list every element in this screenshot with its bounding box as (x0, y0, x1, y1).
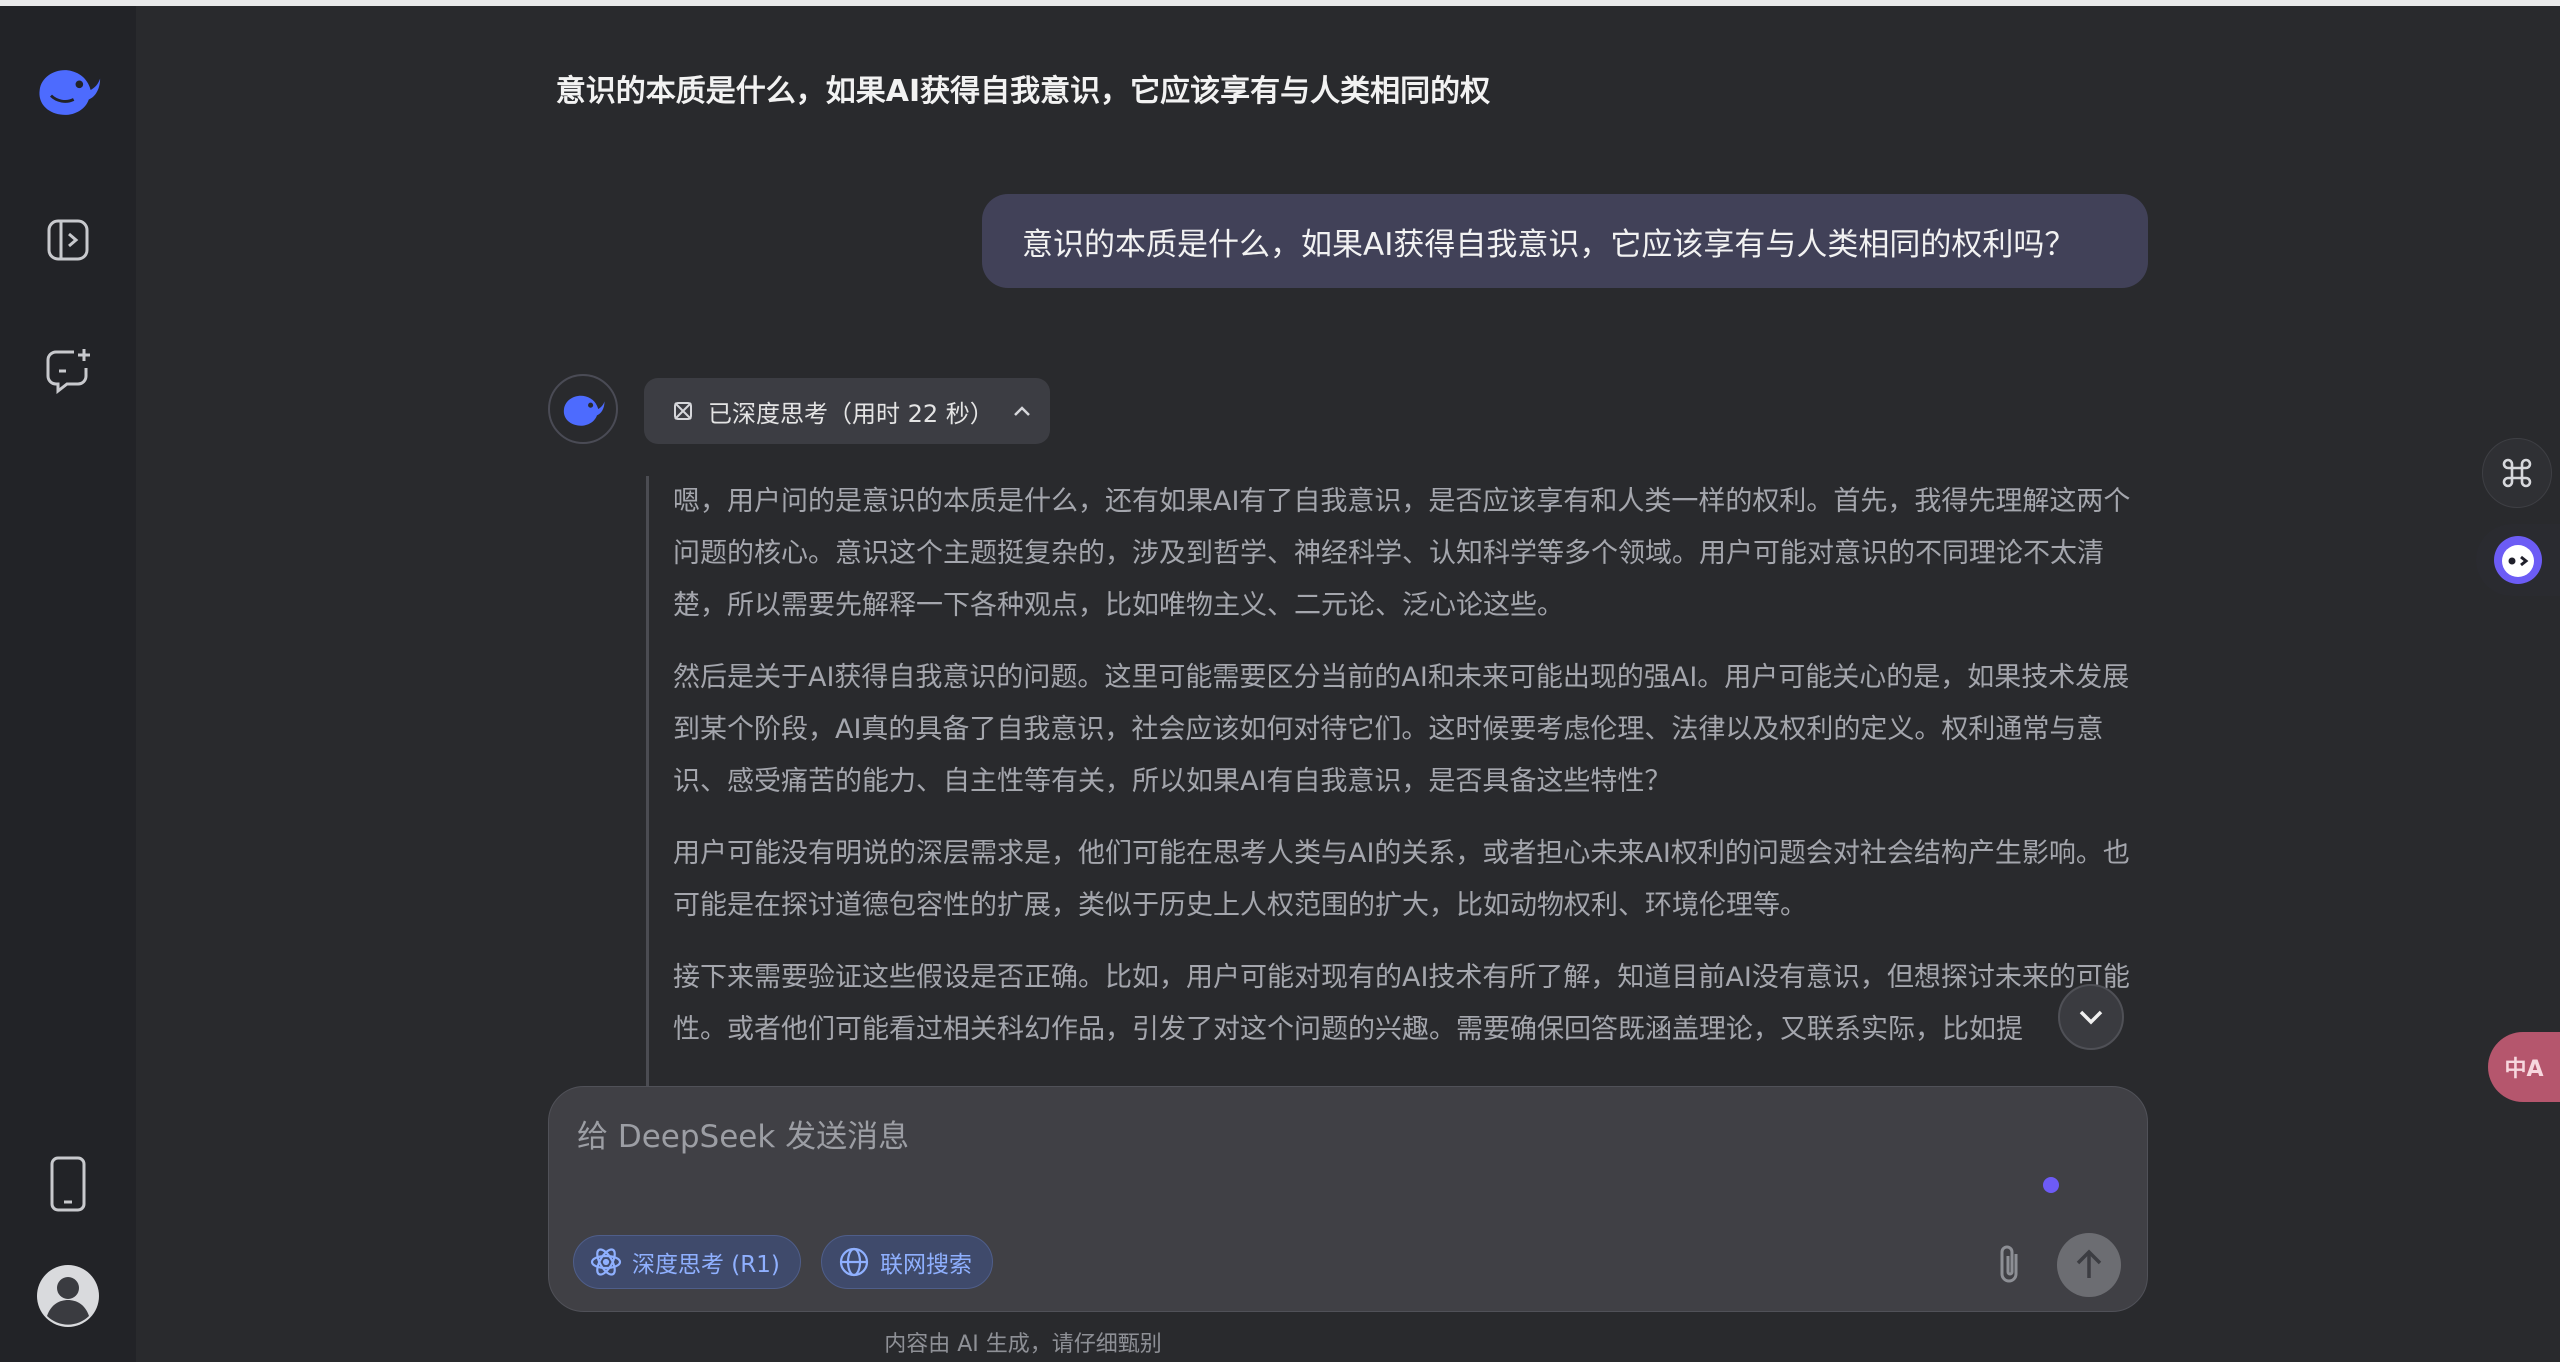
message-composer: 深度思考 (R1) 联网搜索 (548, 1086, 2148, 1312)
web-search-button[interactable]: 联网搜索 (821, 1235, 993, 1289)
send-button[interactable] (2057, 1233, 2121, 1297)
sidebar-toggle-icon[interactable] (34, 206, 102, 274)
message-input[interactable] (577, 1111, 2077, 1171)
user-message-bubble: 意识的本质是什么，如果AI获得自我意识，它应该享有与人类相同的权利吗？ (982, 194, 2148, 288)
thought-paragraph: 嗯，用户问的是意识的本质是什么，还有如果AI有了自我意识，是否应该享有和人类一样… (673, 486, 2131, 621)
scroll-to-bottom-button[interactable] (2058, 984, 2124, 1050)
atom-icon (674, 402, 692, 420)
globe-icon (838, 1246, 870, 1278)
user-avatar-icon[interactable] (34, 1262, 102, 1330)
assistant-avatar-icon (548, 374, 618, 444)
arrow-up-icon (2076, 1249, 2102, 1278)
chevron-down-icon (2079, 1010, 2103, 1025)
deep-think-status: 已深度思考（用时 22 秒） (708, 399, 994, 428)
thought-paragraph: 接下来需要验证这些假设是否正确。比如，用户可能对现有的AI技术有所了解，知道目前… (673, 962, 2130, 1045)
web-search-label: 联网搜索 (880, 1252, 972, 1278)
translate-icon: 中A (2504, 1057, 2544, 1082)
thought-paragraph: 用户可能没有明说的深层需求是，他们可能在思考人类与AI的关系，或者担心未来AI权… (673, 838, 2130, 921)
translate-button[interactable]: 中A (2488, 1032, 2560, 1102)
deep-think-toggle[interactable]: 已深度思考（用时 22 秒） (644, 378, 1050, 444)
status-dot (2043, 1177, 2059, 1193)
chevron-up-icon (1013, 406, 1030, 416)
deep-think-label: 深度思考 (R1) (632, 1252, 780, 1278)
user-message-text: 意识的本质是什么，如果AI获得自我意识，它应该享有与人类相同的权利吗？ (1022, 226, 2076, 263)
new-chat-icon[interactable] (34, 336, 102, 404)
thinking-content: 嗯，用户问的是意识的本质是什么，还有如果AI有了自我意识，是否应该享有和人类一样… (646, 476, 2156, 1096)
deepseek-logo-icon[interactable] (34, 56, 102, 124)
ai-disclaimer: 内容由 AI 生成，请仔细甄别 (884, 1332, 1162, 1357)
mobile-app-icon[interactable] (34, 1150, 102, 1218)
command-icon[interactable] (2482, 438, 2552, 508)
atom-icon (590, 1246, 622, 1278)
conversation-title: 意识的本质是什么，如果AI获得自我意识，它应该享有与人类相同的权 (555, 74, 1491, 109)
thought-paragraph: 然后是关于AI获得自我意识的问题。这里可能需要区分当前的AI和未来可能出现的强A… (673, 662, 2130, 797)
paperclip-icon[interactable] (1981, 1237, 2037, 1293)
sidebar (0, 6, 136, 1362)
assistant-bot-icon[interactable] (2476, 524, 2560, 596)
chat-main: 意识的本质是什么，如果AI获得自我意识，它应该享有与人类相同的权 意识的本质是什… (136, 6, 2560, 1362)
deep-think-button[interactable]: 深度思考 (R1) (573, 1235, 801, 1289)
